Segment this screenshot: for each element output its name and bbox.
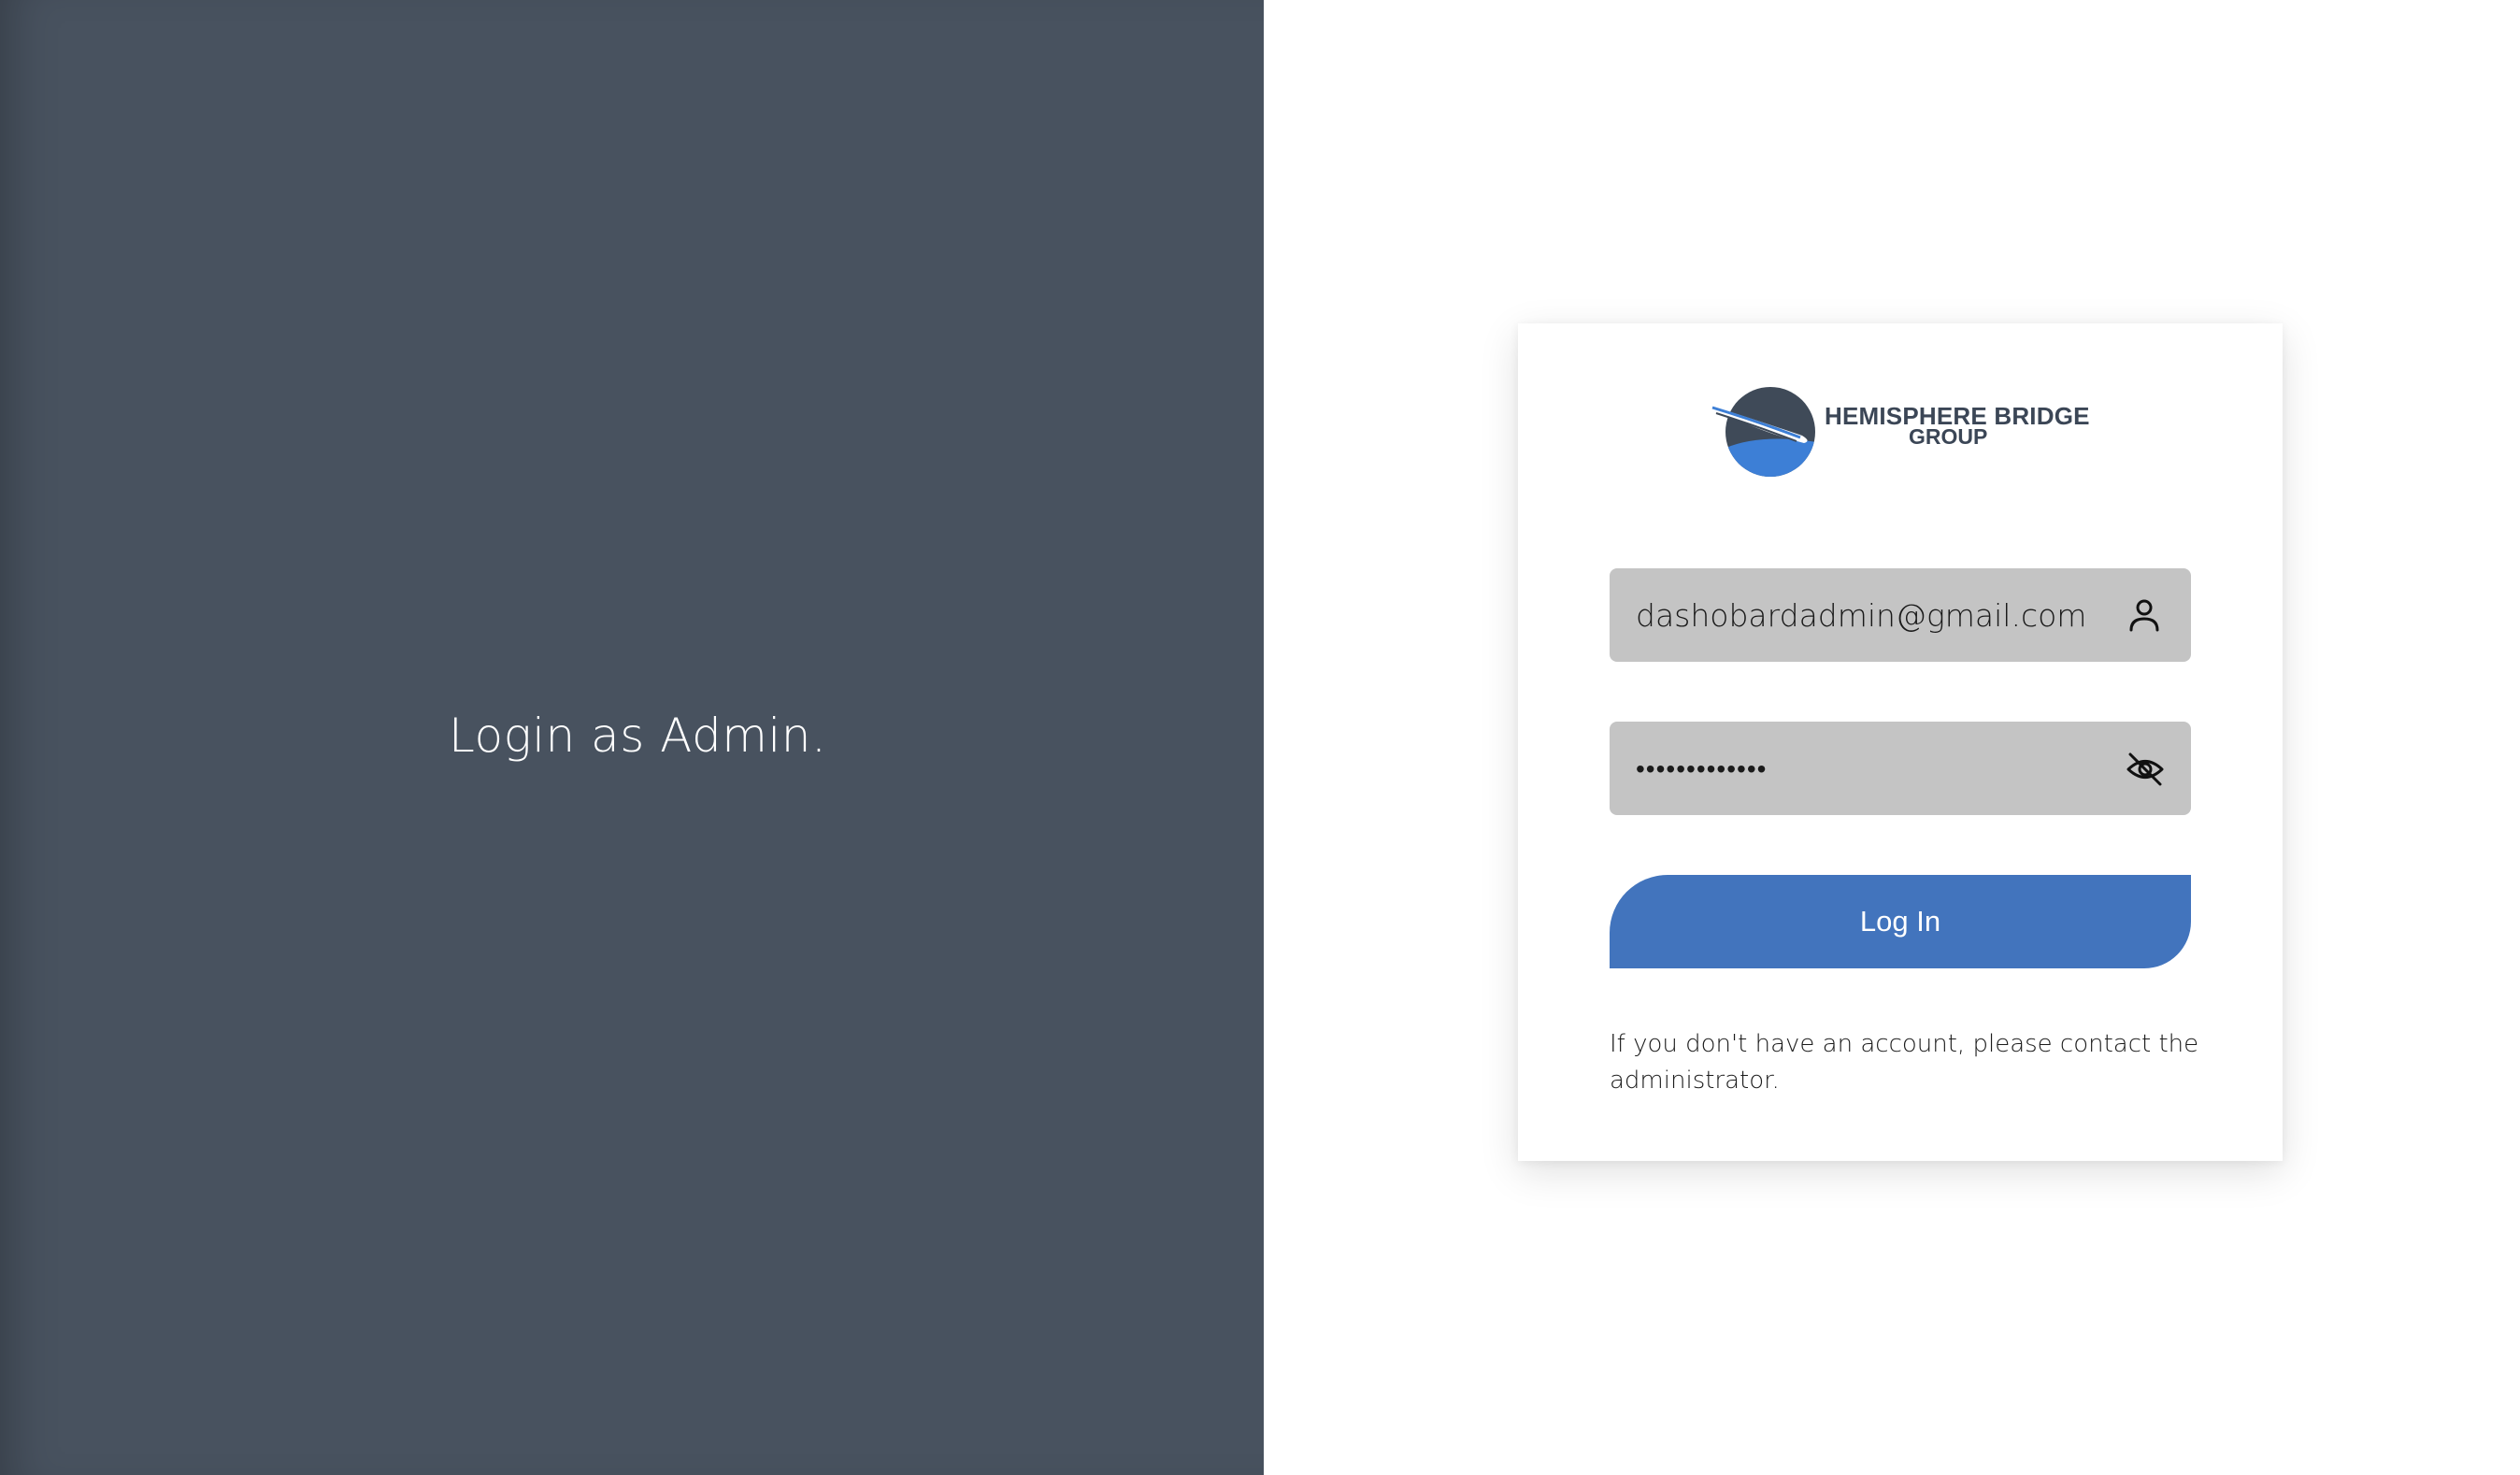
login-page: Login as Admin. HEMISPHERE BRIDGE GROUP …	[0, 0, 2520, 1475]
globe-swoosh-logo-icon	[1711, 387, 1815, 477]
eye-off-icon[interactable]	[2126, 750, 2164, 787]
password-input[interactable]	[1636, 722, 2103, 815]
right-panel: HEMISPHERE BRIDGE GROUP dashobardadmin@g…	[1264, 0, 2520, 1475]
password-field-wrapper	[1610, 722, 2191, 815]
user-icon	[2126, 596, 2163, 634]
account-help-text: If you don't have an account, please con…	[1610, 1030, 2199, 1095]
company-logo: HEMISPHERE BRIDGE GROUP	[1711, 383, 2094, 480]
page-title: Login as Admin.	[449, 709, 827, 763]
login-card: HEMISPHERE BRIDGE GROUP dashobardadmin@g…	[1518, 323, 2283, 1161]
left-panel: Login as Admin.	[0, 0, 1264, 1475]
email-input[interactable]	[1636, 568, 2103, 662]
logo-text-secondary: GROUP	[1909, 424, 1988, 449]
email-field-wrapper	[1610, 568, 2191, 662]
login-button[interactable]: Log In	[1610, 875, 2191, 968]
